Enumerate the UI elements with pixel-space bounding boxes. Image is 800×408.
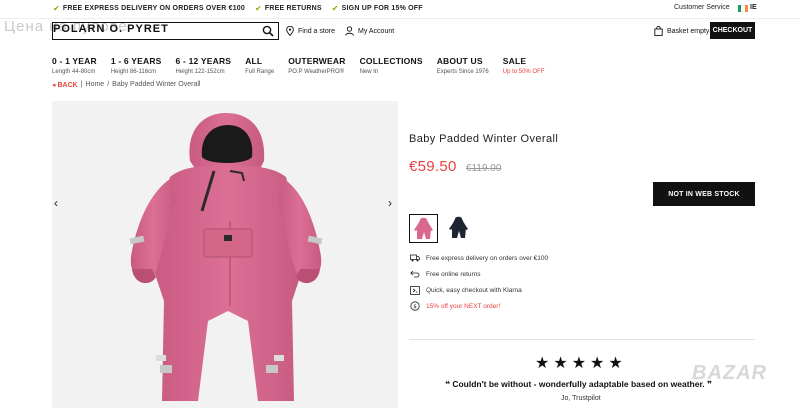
promo-item-delivery: ✔ FREE EXPRESS DELIVERY ON ORDERS OVER €1… bbox=[53, 4, 245, 13]
breadcrumb-slash: / bbox=[107, 81, 110, 88]
search-icon[interactable] bbox=[262, 25, 274, 37]
nav-title: 6 - 12 YEARS bbox=[175, 56, 232, 66]
nav-title: 1 - 6 YEARS bbox=[110, 56, 162, 66]
benefit-delivery: Free express delivery on orders over €10… bbox=[410, 253, 548, 263]
return-arrow-icon bbox=[410, 269, 420, 279]
main-nav: 0 - 1 YEAR Length 44-80cm 1 - 6 YEARS Heig… bbox=[52, 56, 558, 75]
benefit-text: Free express delivery on orders over €10… bbox=[426, 254, 549, 262]
review-quote: ❝ Couldn't be without - wonderfully adap… bbox=[445, 379, 713, 389]
nav-title: ABOUT US bbox=[436, 56, 483, 66]
nav-item-0-1-year[interactable]: 0 - 1 YEAR Length 44-80cm bbox=[52, 56, 97, 75]
check-icon: ✔ bbox=[53, 4, 60, 13]
gallery-next-arrow-icon[interactable]: › bbox=[388, 196, 392, 210]
star-icon: ★ bbox=[571, 355, 587, 372]
check-icon: ✔ bbox=[331, 4, 339, 13]
breadcrumb-home[interactable]: Home bbox=[86, 81, 105, 89]
benefit-klarna: Quick, easy checkout with Klarna bbox=[410, 285, 548, 295]
promo-item-returns: ✔ FREE RETURNS bbox=[255, 4, 322, 13]
nav-title: OUTERWEAR bbox=[288, 56, 346, 66]
nav-subtitle: Up to 50% OFF bbox=[502, 69, 545, 75]
product-title: Baby Padded Winter Overall bbox=[409, 133, 559, 145]
color-swatch-pink[interactable] bbox=[409, 214, 438, 243]
product-benefits: Free express delivery on orders over €10… bbox=[410, 253, 548, 311]
discount-badge-icon: $ bbox=[410, 301, 420, 311]
nav-item-sale[interactable]: SALE Up to 50% OFF bbox=[503, 56, 545, 75]
nav-item-1-6-years[interactable]: 1 - 6 YEARS Height 86-116cm bbox=[111, 56, 162, 75]
truck-icon bbox=[410, 253, 420, 263]
review-author: Jo, Trustpilot bbox=[561, 395, 601, 402]
nav-item-about-us[interactable]: ABOUT US Experts Since 1976 bbox=[437, 56, 489, 75]
promo-text: SIGN UP FOR 15% OFF bbox=[341, 5, 423, 12]
bag-icon bbox=[654, 26, 663, 36]
nav-item-outerwear[interactable]: OUTERWEAR PO.P WeatherPRO® bbox=[288, 56, 345, 75]
nav-item-collections[interactable]: COLLECTIONS New In bbox=[360, 56, 423, 75]
promo-text: FREE EXPRESS DELIVERY ON ORDERS OVER €10… bbox=[62, 5, 245, 12]
product-price: €59.50 bbox=[409, 158, 457, 175]
nav-subtitle: Full Range bbox=[245, 69, 275, 75]
nav-subtitle: Height 86-116cm bbox=[110, 69, 157, 75]
gallery-prev-arrow-icon[interactable]: ‹ bbox=[54, 196, 58, 210]
pink-overall-thumbnail bbox=[410, 215, 437, 242]
checkout-button[interactable]: CHECKOUT bbox=[710, 22, 755, 39]
star-icon: ★ bbox=[553, 355, 568, 372]
check-icon: ✔ bbox=[255, 4, 262, 13]
my-account-link[interactable]: My Account bbox=[345, 26, 394, 36]
star-icon: ★ bbox=[608, 355, 623, 372]
benefit-discount[interactable]: $ 15% off your NEXT order! bbox=[410, 301, 548, 311]
my-account-label: My Account bbox=[358, 27, 395, 35]
checkout-card-icon bbox=[410, 285, 420, 295]
review-stars: ★ ★ ★ ★ ★ bbox=[535, 356, 623, 372]
promo-item-signup[interactable]: ✔ SIGN UP FOR 15% OFF bbox=[332, 4, 423, 13]
find-store-label: Find a store bbox=[298, 27, 335, 35]
color-swatch-navy[interactable] bbox=[445, 214, 474, 243]
benefit-text: Free online returns bbox=[426, 270, 481, 278]
ireland-flag-icon[interactable] bbox=[738, 5, 748, 12]
breadcrumb: ◂ BACK | Home / Baby Padded Winter Overa… bbox=[52, 81, 200, 89]
nav-title: COLLECTIONS bbox=[359, 56, 423, 66]
product-image-gallery bbox=[52, 101, 398, 408]
nav-title: SALE bbox=[502, 56, 527, 66]
product-old-price: €119.00 bbox=[466, 163, 502, 174]
nav-item-6-12-years[interactable]: 6 - 12 YEARS Height 122-152cm bbox=[176, 56, 232, 75]
benefit-returns: Free online returns bbox=[410, 269, 548, 279]
not-in-stock-button[interactable]: NOT IN WEB STOCK bbox=[653, 182, 755, 206]
benefit-text: 15% off your NEXT order! bbox=[426, 302, 501, 310]
product-image bbox=[129, 113, 323, 401]
nav-subtitle: PO.P WeatherPRO® bbox=[288, 69, 345, 75]
user-icon bbox=[345, 26, 354, 36]
breadcrumb-separator: | bbox=[80, 81, 83, 88]
nav-item-all[interactable]: ALL Full Range bbox=[245, 56, 274, 75]
promo-items: ✔ FREE EXPRESS DELIVERY ON ORDERS OVER €1… bbox=[53, 4, 423, 13]
nav-subtitle: Length 44-80cm bbox=[52, 69, 96, 75]
customer-service-link[interactable]: Customer Service bbox=[674, 4, 730, 11]
navy-overall-thumbnail bbox=[445, 214, 472, 241]
svg-text:$: $ bbox=[413, 304, 417, 310]
find-store-link[interactable]: Find a store bbox=[286, 26, 335, 36]
star-icon: ★ bbox=[590, 355, 605, 372]
promo-bar: ✔ FREE EXPRESS DELIVERY ON ORDERS OVER €1… bbox=[0, 0, 800, 19]
nav-subtitle: Height 122-152cm bbox=[175, 69, 225, 75]
nav-subtitle: New In bbox=[359, 69, 379, 75]
benefit-text: Quick, easy checkout with Klarna bbox=[426, 286, 522, 294]
country-code[interactable]: IE bbox=[750, 4, 757, 11]
basket-link[interactable]: Basket empty bbox=[654, 26, 709, 36]
back-link[interactable]: ◂ BACK bbox=[52, 81, 78, 89]
nav-subtitle: Experts Since 1976 bbox=[436, 69, 489, 75]
promo-text: FREE RETURNS bbox=[264, 5, 322, 12]
nav-title: ALL bbox=[245, 56, 263, 66]
star-icon: ★ bbox=[535, 355, 550, 372]
brand-logo[interactable]: POLARN O. PYRET bbox=[53, 23, 169, 35]
section-divider bbox=[409, 339, 755, 340]
bazar-watermark-logo: BAZAR bbox=[692, 362, 767, 384]
location-pin-icon bbox=[286, 26, 294, 36]
basket-label: Basket empty bbox=[667, 27, 710, 35]
nav-title: 0 - 1 YEAR bbox=[52, 56, 97, 66]
breadcrumb-current: Baby Padded Winter Overall bbox=[112, 81, 201, 88]
